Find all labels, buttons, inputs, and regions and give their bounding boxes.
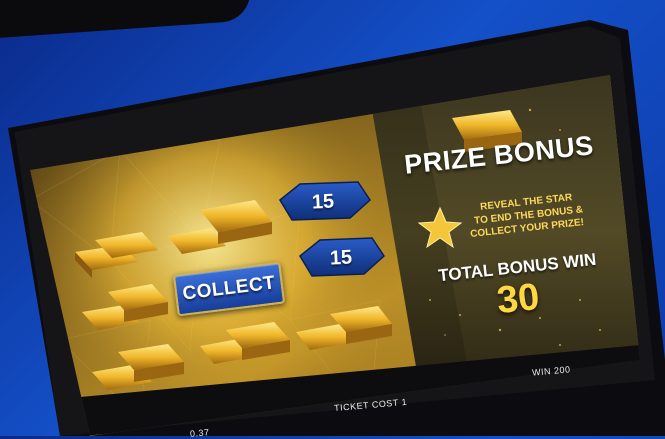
hex-value-badge: 15 (297, 187, 348, 218)
hex-value-badge: 15 (315, 243, 366, 274)
hex-value-text: 15 (329, 245, 353, 270)
hex-value-text: 15 (311, 189, 335, 214)
total-bonus-value: 30 (494, 275, 542, 323)
tablet-device: PRIZE BONUS REVEAL THE STAR TO END THE B… (0, 0, 665, 439)
balance-partial-label: 0.37 (189, 427, 210, 439)
